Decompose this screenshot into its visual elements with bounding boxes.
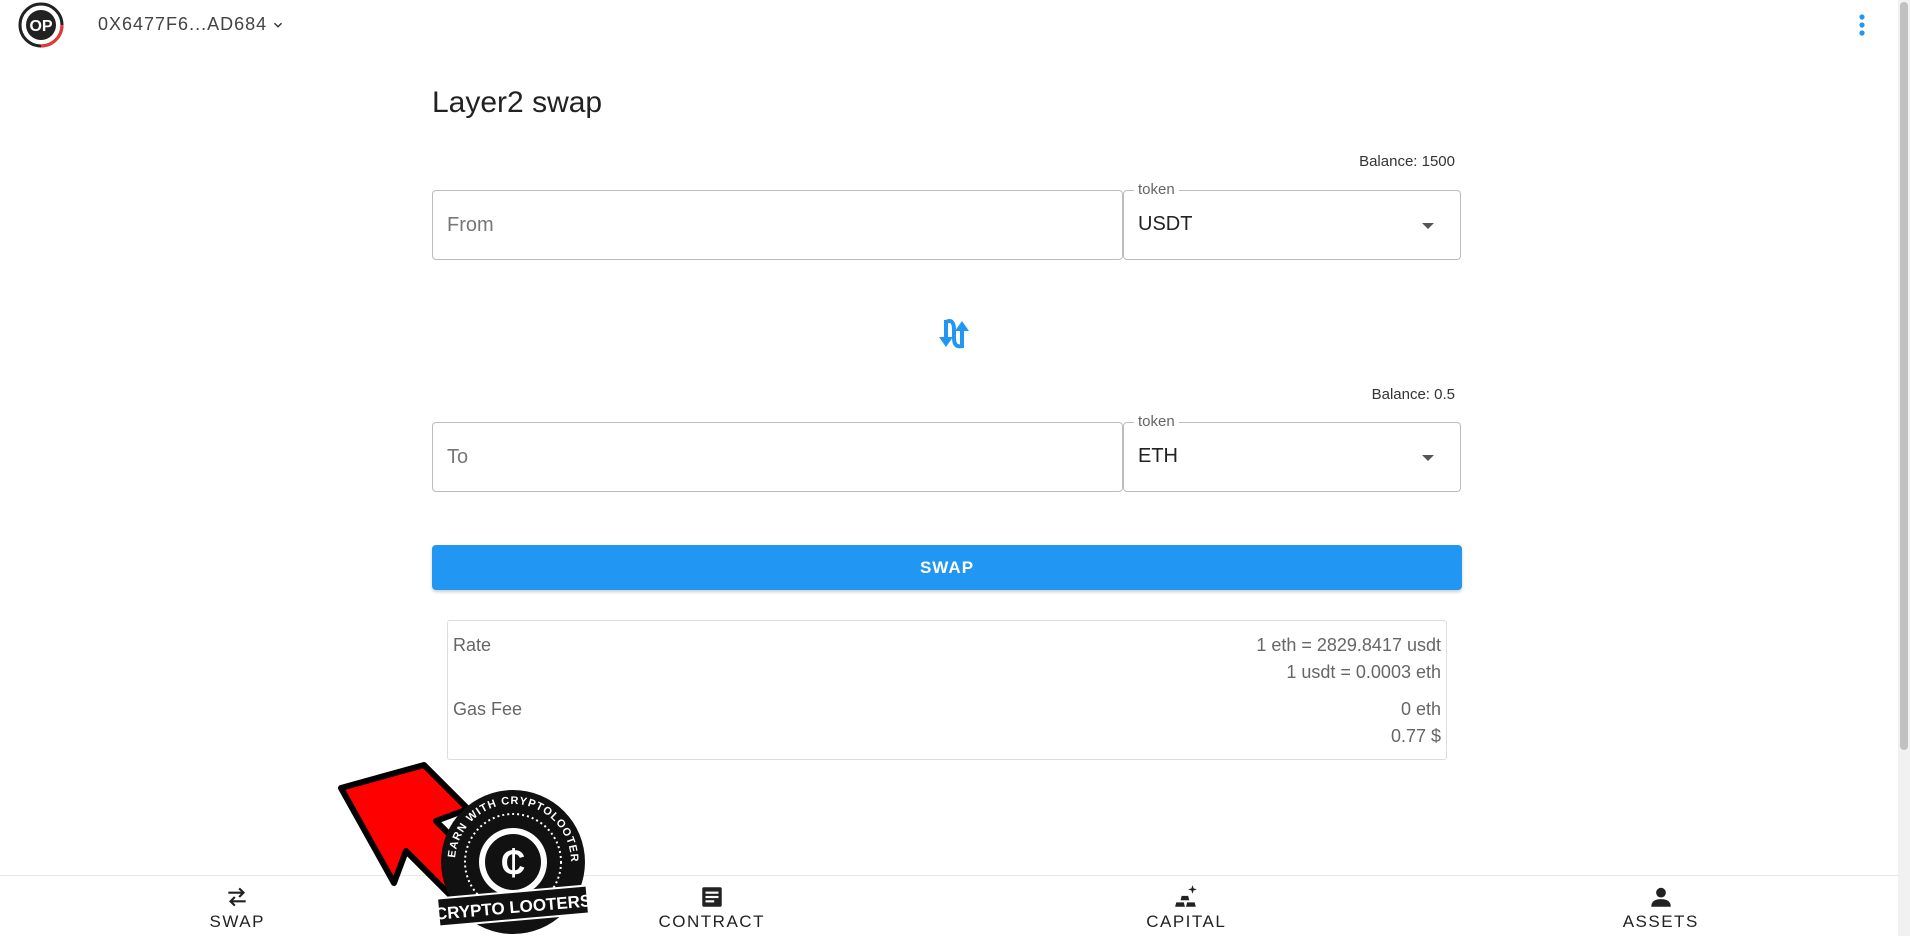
top-bar: OP 0X6477F6...AD684 — [0, 0, 1898, 52]
nav-assets-label: ASSETS — [1622, 912, 1699, 931]
nav-capital-label: CAPITAL — [1146, 912, 1227, 931]
to-token-value: ETH — [1138, 445, 1178, 467]
rate-value-usdt: 1 usdt = 0.0003 eth — [1286, 662, 1441, 682]
from-token-select[interactable]: token USDT — [1123, 181, 1461, 260]
from-token-legend: token — [1134, 181, 1179, 198]
wallet-address: 0X6477F6...AD684 — [98, 14, 268, 34]
svg-text:OP: OP — [29, 18, 52, 35]
chevron-down-icon — [274, 22, 283, 28]
scrollbar-thumb[interactable] — [1900, 2, 1908, 750]
nav-contract-label: CONTRACT — [658, 912, 765, 931]
person-icon — [1651, 887, 1671, 907]
from-amount-input[interactable] — [433, 191, 1122, 259]
from-token-value: USDT — [1138, 213, 1193, 235]
dropdown-arrow-icon — [1422, 455, 1434, 461]
wallet-selector[interactable]: 0X6477F6...AD684 — [98, 14, 285, 35]
page-scrollbar[interactable] — [1898, 0, 1910, 936]
bottom-navigation: SWAP CONTRACT CAPITAL ASSETS — [0, 875, 1898, 936]
from-balance: Balance: 1500 — [1359, 153, 1455, 170]
page-title: Layer2 swap — [432, 86, 603, 119]
swap-button[interactable]: SWAP — [432, 545, 1462, 590]
nav-assets[interactable]: ASSETS — [1424, 876, 1899, 936]
nav-swap-label: SWAP — [209, 912, 265, 931]
swap-info-panel: Rate 1 eth = 2829.8417 usdt 1 usdt = 0.0… — [447, 620, 1447, 760]
to-amount-input[interactable] — [433, 423, 1122, 491]
to-amount-field[interactable] — [432, 422, 1123, 492]
swap-icon — [228, 887, 246, 907]
gas-fee-eth: 0 eth — [1400, 699, 1441, 719]
more-vert-icon[interactable] — [1852, 12, 1872, 38]
rate-label: Rate — [453, 635, 492, 655]
from-amount-field[interactable] — [432, 190, 1123, 260]
dropdown-arrow-icon — [1422, 223, 1434, 229]
to-balance: Balance: 0.5 — [1371, 386, 1455, 403]
gas-fee-label: Gas Fee — [453, 699, 523, 719]
swap-direction-icon[interactable] — [934, 316, 974, 352]
to-token-select[interactable]: token ETH — [1123, 413, 1461, 492]
nav-capital[interactable]: CAPITAL — [949, 876, 1424, 936]
svg-text:EARN WITH CRYPTOLOOTERS: EARN WITH CRYPTOLOOTERS — [308, 756, 580, 863]
op-logo[interactable]: OP — [18, 2, 64, 48]
nav-swap[interactable]: SWAP — [0, 876, 475, 936]
gas-fee-usd: 0.77 $ — [1390, 726, 1441, 746]
article-icon — [702, 887, 722, 907]
to-token-legend: token — [1134, 413, 1179, 430]
gold-bars-icon — [1175, 885, 1198, 907]
rate-value-eth: 1 eth = 2829.8417 usdt — [1256, 635, 1441, 655]
nav-contract[interactable]: CONTRACT — [475, 876, 950, 936]
